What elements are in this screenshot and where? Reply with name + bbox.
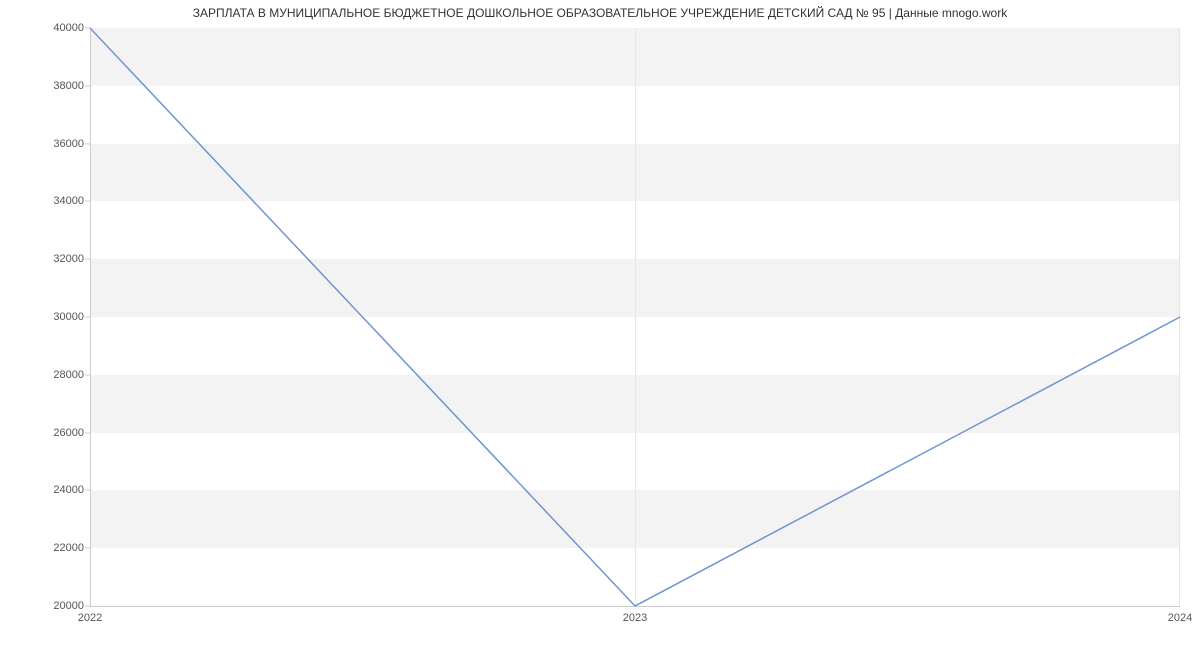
plot-area [90, 28, 1180, 606]
series-salary [90, 28, 1180, 606]
y-tick-label: 30000 [0, 311, 84, 323]
y-tick-label: 28000 [0, 369, 84, 381]
y-tick-label: 24000 [0, 484, 84, 496]
y-tick-label: 20000 [0, 600, 84, 612]
x-tick-label: 2024 [1168, 612, 1192, 624]
y-tick-label: 34000 [0, 195, 84, 207]
chart-container: ЗАРПЛАТА В МУНИЦИПАЛЬНОЕ БЮДЖЕТНОЕ ДОШКО… [0, 0, 1200, 650]
x-tick-label: 2022 [78, 612, 102, 624]
y-tick-label: 22000 [0, 542, 84, 554]
y-tick-label: 40000 [0, 22, 84, 34]
x-tick-label: 2023 [623, 612, 647, 624]
chart-title: ЗАРПЛАТА В МУНИЦИПАЛЬНОЕ БЮДЖЕТНОЕ ДОШКО… [0, 6, 1200, 20]
y-tick-label: 36000 [0, 138, 84, 150]
y-tick-label: 26000 [0, 427, 84, 439]
y-tick-label: 38000 [0, 80, 84, 92]
y-tick-label: 32000 [0, 253, 84, 265]
line-series [90, 28, 1180, 606]
